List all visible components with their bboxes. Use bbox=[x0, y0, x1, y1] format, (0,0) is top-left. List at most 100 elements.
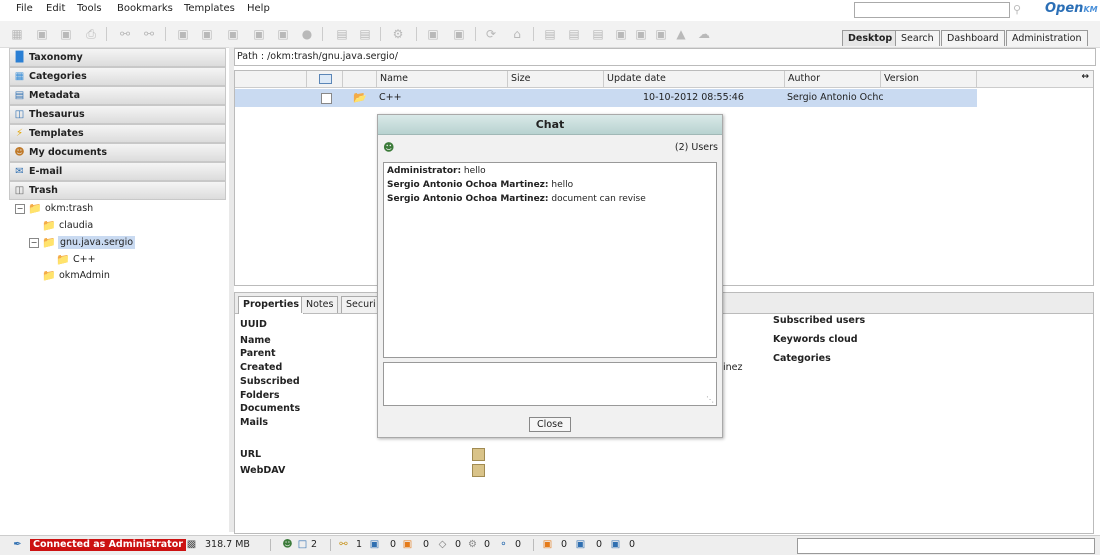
search-icon[interactable]: ⚲ bbox=[1013, 3, 1021, 16]
tree-node-okm-trash[interactable]: okm:trash bbox=[45, 202, 93, 215]
tab-administration[interactable]: Administration bbox=[1006, 30, 1088, 46]
col-author[interactable]: Author bbox=[785, 71, 881, 87]
checkout-icon[interactable]: ▣ bbox=[200, 27, 214, 41]
add-document-icon[interactable]: ▣ bbox=[176, 27, 190, 41]
stack-my-documents[interactable]: ☻ My documents bbox=[9, 143, 226, 162]
subscriptions-icon[interactable]: ⚬ bbox=[498, 539, 509, 550]
col-size[interactable]: Size bbox=[508, 71, 604, 87]
trash-icon: ◫ bbox=[14, 185, 25, 196]
home-icon[interactable]: ⌂ bbox=[510, 27, 524, 41]
label-keywords-cloud: Keywords cloud bbox=[773, 334, 858, 345]
mail-reply-icon[interactable]: ▣ bbox=[634, 27, 648, 41]
memory-icon: ▩ bbox=[186, 539, 197, 550]
row-name: C++ bbox=[379, 92, 402, 103]
cloud-icon[interactable]: ☁ bbox=[697, 27, 711, 41]
status-bar: ✒ Connected as Administrator ▩ 318.7 MB … bbox=[0, 535, 1100, 555]
created-by-value: inez bbox=[723, 362, 743, 373]
col-update-date[interactable]: Update date bbox=[604, 71, 785, 87]
resize-grip-icon[interactable]: ⋱ bbox=[706, 395, 714, 404]
docs-folder-icon[interactable]: ▣ bbox=[610, 539, 621, 550]
menu-bookmarks[interactable]: Bookmarks bbox=[117, 3, 173, 14]
stack-categories[interactable]: ▦ Categories bbox=[9, 67, 226, 86]
tree-node-gnu-java-sergio[interactable]: gnu.java.sergio bbox=[58, 236, 136, 249]
unlock-icon[interactable]: ⚯ bbox=[142, 27, 156, 41]
quick-search-input[interactable] bbox=[854, 2, 1010, 18]
tab-notes[interactable]: Notes bbox=[301, 296, 339, 313]
path-bar: Path : /okm:trash/gnu.java.sergio/ bbox=[234, 48, 1096, 66]
close-button[interactable]: Close bbox=[529, 417, 571, 432]
stamp-icon[interactable]: ▲ bbox=[674, 27, 688, 41]
new-docs-count: 0 bbox=[423, 539, 430, 550]
find-icon[interactable]: ▦ bbox=[10, 27, 24, 41]
chat-rooms-icon[interactable]: □ bbox=[297, 539, 308, 550]
col-name[interactable]: Name bbox=[377, 71, 508, 87]
remove-subscription-icon[interactable]: ▣ bbox=[452, 27, 466, 41]
add-property-icon[interactable]: ▤ bbox=[335, 27, 349, 41]
add-subscription-icon[interactable]: ▣ bbox=[426, 27, 440, 41]
tab-dashboard[interactable]: Dashboard bbox=[941, 30, 1005, 46]
checkin-icon[interactable]: ▣ bbox=[226, 27, 240, 41]
gears-count: 0 bbox=[484, 539, 491, 550]
chat-icon[interactable]: ▤ bbox=[591, 27, 605, 41]
tags-icon[interactable]: ◇ bbox=[437, 539, 448, 550]
status-message-input[interactable] bbox=[797, 538, 1095, 554]
label-mails: Mails bbox=[240, 417, 269, 428]
label-subscribed: Subscribed bbox=[240, 376, 300, 387]
chat-log: Administrator: hello Sergio Antonio Ocho… bbox=[383, 162, 717, 358]
print-icon[interactable]: ⎙ bbox=[84, 27, 98, 41]
gears-icon[interactable]: ⚙ bbox=[467, 539, 478, 550]
tab-security[interactable]: Securi bbox=[341, 296, 381, 313]
stack-thesaurus[interactable]: ◫ Thesaurus bbox=[9, 105, 226, 124]
mail-icon[interactable]: ▣ bbox=[614, 27, 628, 41]
workflow-icon[interactable]: ⚙ bbox=[391, 27, 405, 41]
refresh-icon[interactable]: ⟳ bbox=[484, 27, 498, 41]
create-folder-icon[interactable]: ▣ bbox=[35, 27, 49, 41]
find-similar-icon[interactable]: ▣ bbox=[59, 27, 73, 41]
copy-webdav-icon[interactable] bbox=[472, 464, 485, 477]
checked-out-icon[interactable]: ▣ bbox=[369, 539, 380, 550]
grid-icon bbox=[319, 74, 332, 84]
menu-templates[interactable]: Templates bbox=[184, 3, 235, 14]
tree-collapse-icon[interactable]: − bbox=[29, 238, 39, 248]
tree-node-claudia[interactable]: claudia bbox=[59, 219, 93, 232]
chat-message-input[interactable]: ⋱ bbox=[383, 362, 717, 406]
tree-node-cpp[interactable]: C++ bbox=[73, 253, 96, 266]
users-online-icon[interactable]: ☻ bbox=[282, 539, 293, 550]
copy-url-icon[interactable] bbox=[472, 448, 485, 461]
mail-folder-icon[interactable]: ▣ bbox=[542, 539, 553, 550]
tree-node-okmadmin[interactable]: okmAdmin bbox=[59, 269, 110, 282]
lock-icon[interactable]: ⚯ bbox=[118, 27, 132, 41]
chat-message: Sergio Antonio Ochoa Martinez: hello bbox=[387, 180, 574, 190]
uploader-icon[interactable]: ▤ bbox=[567, 27, 581, 41]
cancel-checkout-icon[interactable]: ▣ bbox=[252, 27, 266, 41]
network-folder-icon[interactable]: ▣ bbox=[575, 539, 586, 550]
delete-icon[interactable]: ● bbox=[300, 27, 314, 41]
tab-properties[interactable]: Properties bbox=[238, 296, 304, 314]
stack-metadata[interactable]: ▤ Metadata bbox=[9, 86, 226, 105]
users-icon[interactable]: ☻ bbox=[383, 141, 394, 154]
stack-email[interactable]: ✉ E-mail bbox=[9, 162, 226, 181]
menu-help[interactable]: Help bbox=[247, 3, 270, 14]
stack-taxonomy[interactable]: █ Taxonomy bbox=[9, 48, 226, 67]
menu-file[interactable]: File bbox=[16, 3, 33, 14]
tree-collapse-icon[interactable]: − bbox=[15, 204, 25, 214]
stack-templates[interactable]: ⚡ Templates bbox=[9, 124, 226, 143]
send-icon[interactable]: ▣ bbox=[654, 27, 668, 41]
expand-columns-icon[interactable]: ↔ bbox=[1081, 72, 1089, 82]
col-version[interactable]: Version bbox=[881, 71, 977, 87]
menu-edit[interactable]: Edit bbox=[46, 3, 65, 14]
remove-property-icon[interactable]: ▤ bbox=[358, 27, 372, 41]
table-row[interactable]: 📂 C++ 10-10-2012 08:55:46 Sergio Antonio… bbox=[235, 89, 977, 107]
chat-title[interactable]: Chat bbox=[378, 115, 722, 135]
folder-icon: 📁 bbox=[42, 219, 56, 232]
download-icon[interactable]: ▣ bbox=[276, 27, 290, 41]
tab-desktop[interactable]: Desktop bbox=[842, 30, 899, 46]
label-url: URL bbox=[240, 449, 262, 460]
locked-docs-icon[interactable]: ⚯ bbox=[338, 539, 349, 550]
row-checkbox[interactable] bbox=[321, 93, 332, 104]
tab-search[interactable]: Search bbox=[895, 30, 940, 46]
stack-trash[interactable]: ◫ Trash bbox=[9, 181, 226, 200]
new-docs-icon[interactable]: ▣ bbox=[402, 539, 413, 550]
scanner-icon[interactable]: ▤ bbox=[543, 27, 557, 41]
menu-tools[interactable]: Tools bbox=[77, 3, 102, 14]
